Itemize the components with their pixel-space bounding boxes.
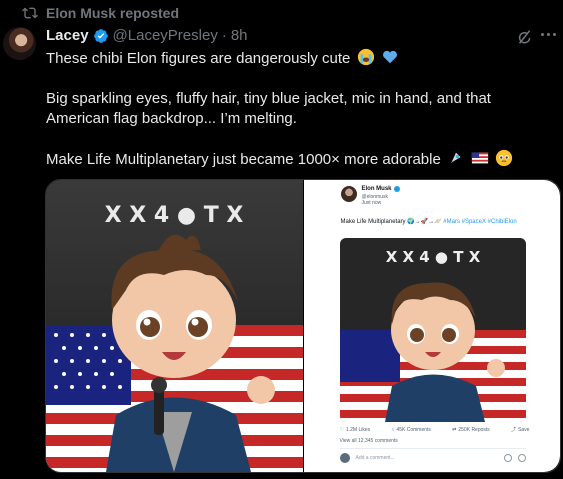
embedded-view-comments: View all 12,345 comments bbox=[339, 438, 398, 444]
post-line-2: Big sparkling eyes, fluffy hair, tiny bl… bbox=[46, 90, 491, 127]
embedded-reply-box: Add a comment... bbox=[339, 448, 526, 463]
embedded-verified-icon bbox=[393, 186, 400, 192]
logo-row: X X 4 ● T X bbox=[105, 203, 244, 228]
embedded-hashtags: #Mars #SpaceX #ChibiElon bbox=[443, 219, 517, 225]
embedded-save: ⤴ Save bbox=[511, 426, 530, 434]
media-image-embedded-post[interactable]: Elon Musk @elonmusk Just now Make Life M… bbox=[303, 180, 560, 472]
post-line-3: Make Life Multiplanetary just became 100… bbox=[46, 151, 441, 168]
embedded-logo-row: X X 4 ● T X bbox=[385, 248, 480, 266]
embedded-comments: ○ 45K Comments bbox=[391, 426, 431, 433]
loudly-crying-face-icon bbox=[357, 48, 374, 66]
verified-badge-icon[interactable] bbox=[93, 28, 109, 44]
repost-icon bbox=[22, 7, 38, 19]
avatar[interactable] bbox=[3, 27, 36, 60]
repost-label: Elon Musk reposted bbox=[46, 5, 180, 21]
embedded-reposts: ⇄ 250K Reposts bbox=[452, 426, 490, 433]
embedded-reply-placeholder: Add a comment... bbox=[355, 455, 395, 461]
embedded-stats: ♡ 1.2M Likes ○ 45K Comments ⇄ 250K Repos… bbox=[339, 426, 530, 434]
us-flag-icon bbox=[472, 152, 489, 164]
embedded-author-name: Elon Musk bbox=[361, 186, 392, 192]
media-grid[interactable]: X X 4 ● T X Elon Musk @elonmusk Just now… bbox=[45, 179, 561, 473]
post-timestamp[interactable]: 8h bbox=[231, 26, 248, 46]
repost-indicator[interactable]: Elon Musk reposted bbox=[22, 5, 179, 21]
author-handle[interactable]: @LaceyPresley bbox=[113, 26, 218, 46]
embedded-text: Make Life Multiplanetary 🌍→🚀→🪐 #Mars #Sp… bbox=[341, 218, 521, 226]
author-name[interactable]: Lacey bbox=[46, 26, 89, 46]
separator-dot: · bbox=[221, 27, 227, 44]
post-text: These chibi Elon figures are dangerously… bbox=[46, 48, 551, 170]
embedded-author: Elon Musk bbox=[362, 186, 400, 192]
pleading-face-icon bbox=[496, 149, 513, 167]
embedded-image: X X 4 ● T X bbox=[339, 238, 526, 422]
rocket-icon bbox=[450, 152, 461, 164]
embedded-avatar bbox=[340, 186, 357, 202]
grok-icon[interactable] bbox=[515, 27, 535, 47]
blue-heart-icon bbox=[382, 50, 397, 64]
more-icon[interactable] bbox=[541, 33, 561, 41]
post-text-line-3: Make Life Multiplanetary just became 100… bbox=[46, 149, 551, 170]
embedded-gif-icon bbox=[517, 454, 526, 462]
planet-rocket-emojis-icon: 🌍→🚀→🪐 bbox=[407, 219, 444, 225]
embedded-likes: ♡ 1.2M Likes bbox=[339, 426, 371, 433]
post-header: Lacey @LaceyPresley · 8h bbox=[46, 26, 248, 46]
embedded-text-main: Make Life Multiplanetary bbox=[340, 219, 406, 225]
post-line-1: These chibi Elon figures are dangerously… bbox=[46, 50, 351, 67]
media-image-chibi-figure[interactable]: X X 4 ● T X bbox=[46, 180, 303, 472]
embedded-emoji-icon bbox=[503, 454, 512, 462]
embedded-time: Just now bbox=[361, 200, 382, 206]
post-text-line: These chibi Elon figures are dangerously… bbox=[46, 48, 551, 69]
embedded-reply-avatar bbox=[339, 453, 350, 463]
